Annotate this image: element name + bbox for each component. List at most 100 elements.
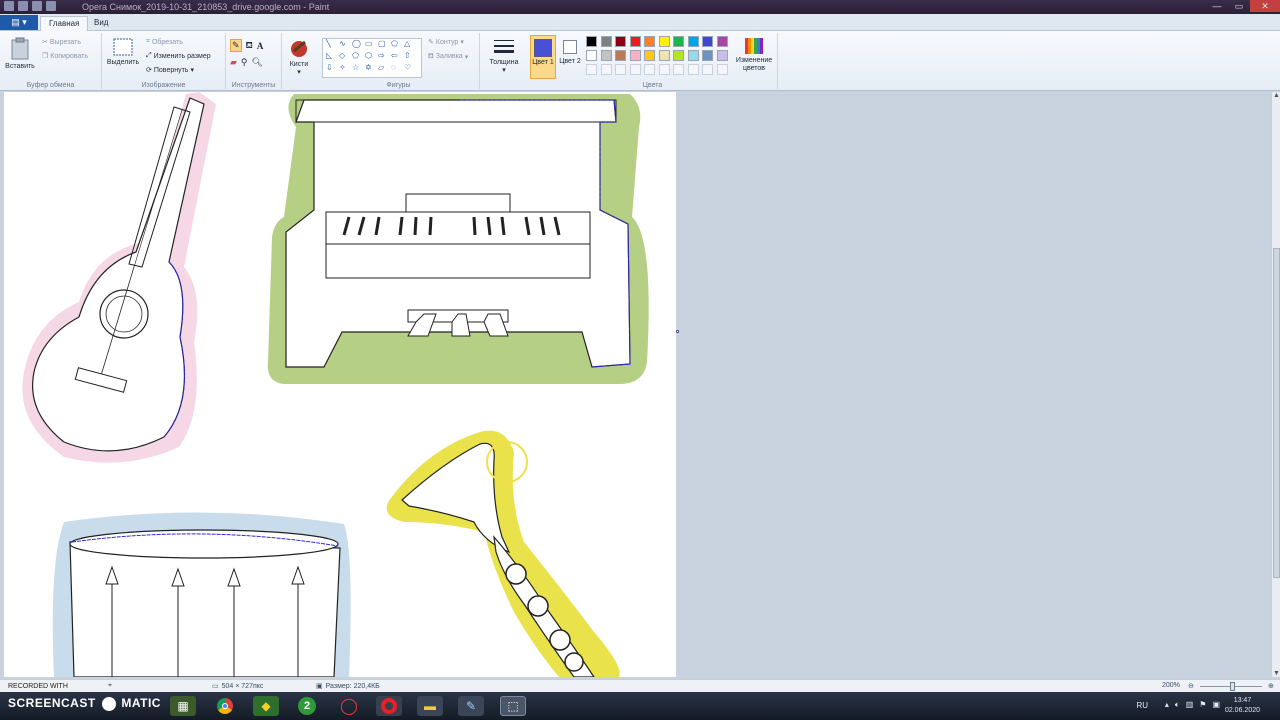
opera-taskbar-icon[interactable] xyxy=(376,696,402,716)
text-tool-icon[interactable]: A xyxy=(257,41,264,51)
crop-button[interactable]: ⌗ Обрезать xyxy=(146,38,183,46)
canvas-resize-handle[interactable] xyxy=(676,330,679,333)
coloring-page-image[interactable] xyxy=(4,92,676,677)
app-green-2-taskbar-icon[interactable]: 2 xyxy=(294,696,320,716)
flag-icon[interactable]: ⚑ xyxy=(1199,700,1206,710)
custom-palette-swatch[interactable] xyxy=(629,64,641,75)
eraser-icon[interactable]: ▰ xyxy=(230,57,237,68)
palette-swatch[interactable] xyxy=(702,50,713,61)
line-shape-icon[interactable]: ╲ xyxy=(326,39,331,48)
paint-taskbar-icon[interactable]: ✎ xyxy=(458,696,484,716)
custom-palette-swatch[interactable] xyxy=(644,64,655,75)
clock[interactable]: 13:47 02.06.2020 xyxy=(1225,696,1260,716)
maximize-button[interactable]: ▭ xyxy=(1228,0,1250,12)
palette-swatch[interactable] xyxy=(658,50,670,61)
pencil-icon[interactable]: ✎ xyxy=(230,39,242,52)
pentagon-shape-icon[interactable]: ⬠ xyxy=(352,51,359,60)
four-point-star-shape-icon[interactable]: ✧ xyxy=(339,63,346,72)
tray-expand-icon[interactable]: ▴ xyxy=(1165,700,1169,710)
copy-button[interactable]: ❐ Копировать xyxy=(42,52,88,61)
volume-icon[interactable]: 🔈︎ xyxy=(1175,700,1180,710)
tab-view[interactable]: Вид xyxy=(86,16,116,31)
language-indicator[interactable]: RU xyxy=(1136,701,1148,710)
palette-swatch[interactable] xyxy=(644,36,655,47)
arrow-up-shape-icon[interactable]: ⇧ xyxy=(404,51,411,60)
tab-home[interactable]: Главная xyxy=(40,16,89,31)
tray-app-icon[interactable]: ▣ xyxy=(1212,700,1220,710)
palette-swatch[interactable] xyxy=(658,36,670,47)
custom-palette-swatch[interactable] xyxy=(658,64,670,75)
oval-shape-icon[interactable]: ◯ xyxy=(352,39,361,48)
custom-palette-swatch[interactable] xyxy=(702,64,713,75)
minimize-button[interactable]: — xyxy=(1206,0,1228,12)
palette-swatch[interactable] xyxy=(716,50,728,61)
arrow-left-shape-icon[interactable]: ⇦ xyxy=(391,51,398,60)
five-point-star-shape-icon[interactable]: ☆ xyxy=(352,63,359,72)
cut-button[interactable]: ✂ Вырезать xyxy=(42,38,81,47)
custom-palette-swatch[interactable] xyxy=(687,64,699,75)
custom-palette-swatch[interactable] xyxy=(716,64,728,75)
resize-button[interactable]: ⤢ Изменить размер xyxy=(146,52,211,60)
palette-swatch[interactable] xyxy=(687,36,699,47)
undo-icon[interactable] xyxy=(32,1,42,11)
canvas-workspace[interactable] xyxy=(0,92,1271,677)
zoom-in-button[interactable]: ⊕ xyxy=(1268,682,1274,690)
vertical-scrollbar[interactable]: ▲ ▼ xyxy=(1271,92,1280,677)
curve-shape-icon[interactable]: ∿ xyxy=(339,39,346,48)
app-yellow-taskbar-icon[interactable]: ◆ xyxy=(253,696,279,716)
select-button[interactable]: Выделить xyxy=(106,37,140,67)
magnifier-icon[interactable]: 🔍︎ xyxy=(252,57,263,68)
paste-button[interactable]: Вставить xyxy=(4,37,36,71)
triangle-shape-icon[interactable]: △ xyxy=(404,39,410,48)
color1-button[interactable]: Цвет 1 xyxy=(530,35,556,79)
opera-outline-taskbar-icon[interactable]: ◯ xyxy=(336,696,362,716)
palette-swatch[interactable] xyxy=(615,36,626,47)
palette-swatch[interactable] xyxy=(615,50,626,61)
shapes-gallery[interactable]: ╲ ∿ ◯ ▭ ▢ ⬠ △ ◺ ◇ ⬠ ⬡ ⇨ ⇦ ⇧ ⇩ ✧ ☆ ✡ ▱ ◌ … xyxy=(322,38,422,78)
rectangle-shape-icon[interactable]: ▭ xyxy=(365,39,373,48)
palette-swatch[interactable] xyxy=(629,50,641,61)
palette-swatch[interactable] xyxy=(673,50,684,61)
scrollbar-thumb[interactable] xyxy=(1273,248,1280,578)
outline-button[interactable]: ✎ Контур ▾ xyxy=(428,38,464,47)
palette-swatch[interactable] xyxy=(673,36,684,47)
diamond-shape-icon[interactable]: ◇ xyxy=(339,51,345,60)
scroll-up-icon[interactable]: ▲ xyxy=(1272,92,1280,99)
polygon-shape-icon[interactable]: ⬠ xyxy=(391,39,398,48)
explorer-taskbar-icon[interactable]: ▬ xyxy=(417,696,443,716)
cloud-callout-shape-icon[interactable]: ◌ xyxy=(391,63,396,72)
rotate-button[interactable]: ⟳ Повернуть ▾ xyxy=(146,66,194,75)
snipping-taskbar-icon[interactable]: ⬚ xyxy=(500,696,526,716)
zoom-slider[interactable] xyxy=(1200,682,1262,691)
custom-palette-swatch[interactable] xyxy=(586,64,597,75)
brushes-button[interactable]: Кисти ▾ xyxy=(284,37,314,77)
edit-colors-button[interactable]: Изменение цветов xyxy=(732,37,776,73)
color-picker-icon[interactable]: ⚲ xyxy=(241,57,248,68)
zoom-out-button[interactable]: ⊖ xyxy=(1188,682,1194,690)
callout-shape-icon[interactable]: ▱ xyxy=(378,63,384,72)
palette-swatch[interactable] xyxy=(644,50,655,61)
drawing-canvas[interactable] xyxy=(4,92,676,677)
scroll-down-icon[interactable]: ▼ xyxy=(1272,670,1280,677)
color2-button[interactable]: Цвет 2 xyxy=(558,35,582,66)
palette-swatch[interactable] xyxy=(586,36,597,47)
palette-swatch[interactable] xyxy=(629,36,641,47)
fill-bucket-icon[interactable]: ⛾ xyxy=(246,40,253,52)
palette-swatch[interactable] xyxy=(687,50,699,61)
network-icon[interactable]: ▥ xyxy=(1186,700,1194,710)
right-triangle-shape-icon[interactable]: ◺ xyxy=(326,51,332,60)
hexagon-shape-icon[interactable]: ⬡ xyxy=(365,51,372,60)
custom-palette-swatch[interactable] xyxy=(615,64,626,75)
palette-swatch[interactable] xyxy=(586,50,597,61)
save-icon[interactable] xyxy=(18,1,28,11)
palette-swatch[interactable] xyxy=(600,36,612,47)
redo-icon[interactable] xyxy=(46,1,56,11)
file-menu-button[interactable]: ▤ ▾ xyxy=(0,15,38,30)
palette-swatch[interactable] xyxy=(702,36,713,47)
custom-palette-swatch[interactable] xyxy=(673,64,684,75)
arrow-right-shape-icon[interactable]: ⇨ xyxy=(378,51,385,60)
arrow-down-shape-icon[interactable]: ⇩ xyxy=(326,63,333,72)
chrome-taskbar-icon[interactable] xyxy=(212,696,238,716)
paint-app-icon[interactable] xyxy=(4,1,14,11)
palette-swatch[interactable] xyxy=(600,50,612,61)
